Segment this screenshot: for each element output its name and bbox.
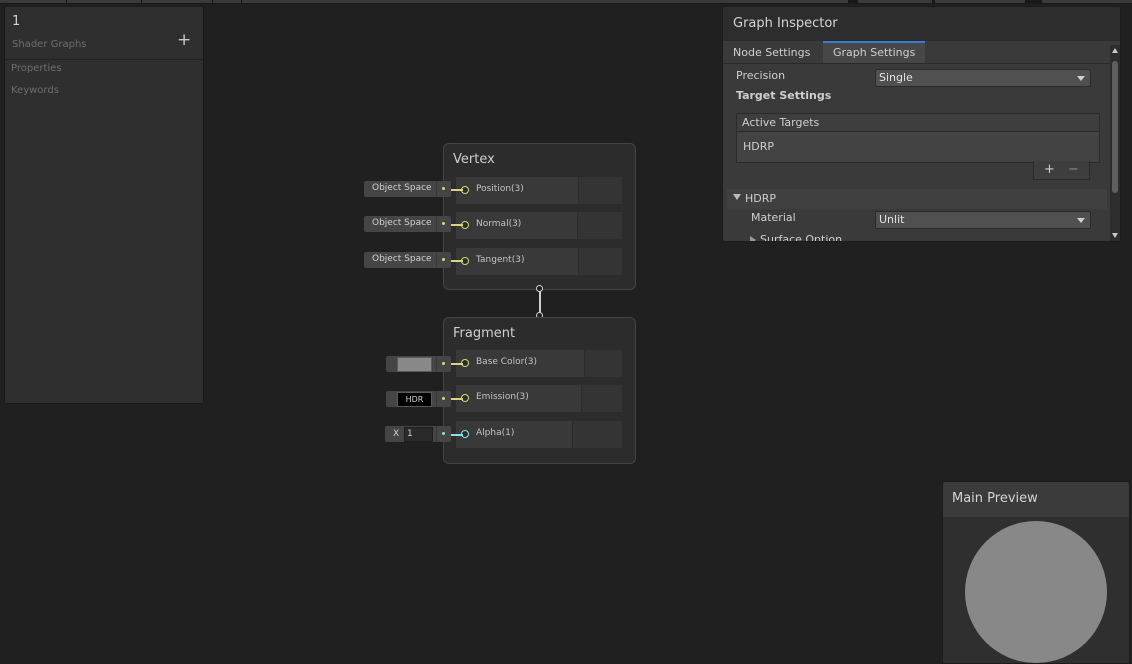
- blackboard-panel: 1 Shader Graphs + Properties Keywords: [4, 6, 204, 404]
- slot-label: Emission(3): [476, 392, 529, 402]
- inspector-title: Graph Inspector: [733, 16, 838, 31]
- hdrp-section-title: HDRP: [745, 192, 777, 205]
- section-properties[interactable]: Properties: [11, 63, 62, 74]
- preview-title: Main Preview: [952, 491, 1038, 506]
- connector-end-icon: [536, 285, 543, 292]
- preview-sphere[interactable]: [965, 521, 1107, 663]
- target-item[interactable]: HDRP: [743, 140, 774, 153]
- input-color[interactable]: [386, 356, 451, 372]
- remove-target-button[interactable]: −: [1068, 162, 1079, 177]
- toolbar-segment: [858, 0, 933, 3]
- target-settings-heading: Target Settings: [736, 89, 832, 102]
- tab-graph-settings[interactable]: Graph Settings: [823, 41, 926, 63]
- slot-tangent[interactable]: Tangent(3): [456, 248, 622, 275]
- toolbar-segment: [142, 0, 213, 3]
- material-label: Material: [751, 211, 796, 224]
- hdr-swatch[interactable]: HDR: [397, 392, 432, 407]
- input-hdr-color[interactable]: HDR: [386, 391, 451, 407]
- input-float[interactable]: X 1: [385, 426, 451, 442]
- toolbar-segment: [213, 0, 242, 3]
- divider: [723, 63, 1120, 64]
- toolbar-segment: [1042, 0, 1132, 3]
- input-object-space[interactable]: Object Space: [364, 216, 451, 232]
- edge: [451, 224, 463, 226]
- fragment-node[interactable]: Fragment Base Color(3) Emission(3) Alpha…: [443, 317, 636, 464]
- preview-header: Main Preview: [943, 482, 1129, 517]
- graph-inspector-panel: Graph Inspector Node Settings Graph Sett…: [722, 6, 1121, 242]
- slot-alpha[interactable]: Alpha(1): [456, 421, 622, 448]
- dot-icon: [442, 397, 445, 400]
- hdrp-foldout[interactable]: HDRP: [727, 189, 1107, 209]
- edge: [451, 434, 463, 436]
- input-object-space[interactable]: Object Space: [364, 181, 451, 197]
- chevron-down-icon: [1077, 218, 1085, 223]
- tab-node-settings[interactable]: Node Settings: [723, 43, 820, 63]
- edge: [451, 260, 463, 262]
- material-dropdown[interactable]: Unlit: [875, 211, 1091, 229]
- dropdown-value: Unlit: [879, 213, 905, 226]
- active-targets-label: Active Targets: [742, 116, 820, 129]
- main-preview-panel: Main Preview: [942, 481, 1130, 664]
- blackboard-title[interactable]: 1: [12, 14, 20, 29]
- scroll-up-icon[interactable]: [1112, 48, 1118, 53]
- alpha-field[interactable]: 1: [404, 427, 433, 442]
- list-controls: + −: [1033, 161, 1090, 180]
- edge: [451, 189, 463, 191]
- active-targets-list: HDRP: [736, 131, 1100, 163]
- slot-label: Normal(3): [476, 219, 522, 229]
- active-targets-header: Active Targets: [736, 113, 1100, 132]
- inspector-scrollbar[interactable]: [1110, 45, 1120, 241]
- dot-icon: [442, 258, 445, 261]
- toolbar-segment: [67, 0, 142, 3]
- input-value: Object Space: [372, 218, 432, 228]
- precision-label: Precision: [736, 69, 786, 82]
- edge: [451, 398, 463, 400]
- toolbar-segment: [0, 0, 67, 3]
- collapse-arrow-icon[interactable]: [750, 236, 756, 241]
- axis-label: X: [393, 429, 400, 439]
- node-title: Vertex: [453, 152, 495, 167]
- dropdown-value: Single: [879, 71, 913, 84]
- chevron-down-icon: [1077, 76, 1085, 81]
- vertex-node[interactable]: Vertex Position(3) Normal(3) Tangent(3): [443, 143, 636, 290]
- surface-option-foldout[interactable]: Surface Option: [760, 233, 842, 241]
- scroll-thumb[interactable]: [1112, 61, 1118, 193]
- precision-dropdown[interactable]: Single: [875, 69, 1091, 87]
- add-target-button[interactable]: +: [1044, 162, 1055, 177]
- input-object-space[interactable]: Object Space: [364, 252, 451, 268]
- slot-label: Base Color(3): [476, 357, 538, 367]
- color-swatch[interactable]: [397, 357, 432, 372]
- section-keywords[interactable]: Keywords: [11, 85, 59, 96]
- blackboard-subtitle: Shader Graphs: [12, 39, 87, 50]
- slot-label: Position(3): [476, 184, 524, 194]
- divider: [5, 59, 203, 60]
- slot-position[interactable]: Position(3): [456, 177, 622, 204]
- add-property-button[interactable]: +: [177, 30, 191, 50]
- top-toolbar-strip: [0, 0, 1132, 4]
- node-title: Fragment: [453, 326, 516, 341]
- expand-arrow-icon[interactable]: [733, 194, 741, 200]
- dot-icon: [442, 222, 445, 225]
- dot-icon: [442, 362, 445, 365]
- input-value: Object Space: [372, 183, 432, 193]
- edge: [451, 363, 463, 365]
- inspector-header: Graph Inspector: [723, 7, 1120, 41]
- scroll-down-icon[interactable]: [1112, 233, 1118, 238]
- slot-base-color[interactable]: Base Color(3): [456, 350, 622, 377]
- toolbar-segment: [242, 0, 849, 3]
- slot-label: Alpha(1): [476, 428, 515, 438]
- toolbar-segment: [935, 0, 1026, 3]
- slot-label: Tangent(3): [476, 255, 525, 265]
- slot-normal[interactable]: Normal(3): [456, 212, 622, 239]
- dot-icon: [442, 187, 445, 190]
- dot-icon: [442, 432, 445, 435]
- input-value: Object Space: [372, 254, 432, 264]
- slot-emission[interactable]: Emission(3): [456, 385, 622, 412]
